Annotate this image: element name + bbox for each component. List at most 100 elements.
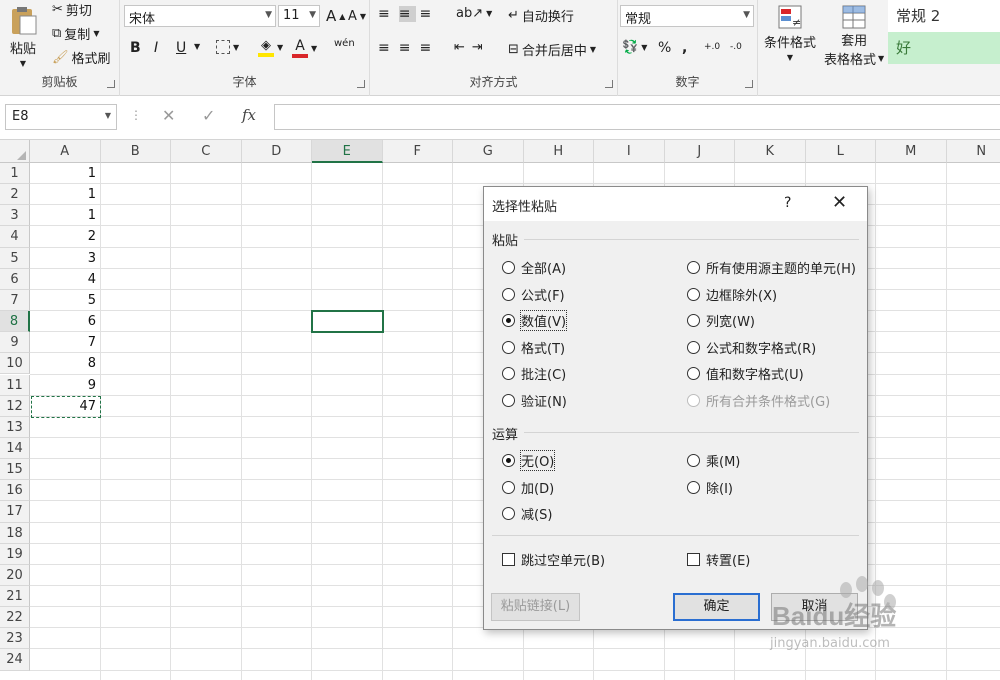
- align-left-icon[interactable]: ≡: [378, 40, 396, 56]
- cut-button[interactable]: ✂ 剪切: [52, 0, 92, 19]
- row-header-23[interactable]: 23: [0, 628, 30, 650]
- row-header-10[interactable]: 10: [0, 353, 30, 375]
- font-size-combo[interactable]: 11 ▼: [278, 5, 320, 27]
- chevron-down-icon[interactable]: ▼: [194, 42, 200, 51]
- row-header-16[interactable]: 16: [0, 480, 30, 502]
- radio-option[interactable]: 公式(F): [502, 285, 565, 304]
- vertical-align-buttons[interactable]: ≡ ≡ ≡: [378, 6, 437, 22]
- shrink-font-button[interactable]: A ▼: [348, 9, 366, 24]
- row-header-17[interactable]: 17: [0, 501, 30, 523]
- cell-a8[interactable]: 6: [31, 311, 99, 332]
- help-button[interactable]: ?: [784, 195, 791, 211]
- radio-option[interactable]: 数值(V): [502, 310, 568, 331]
- column-header-d[interactable]: D: [241, 140, 312, 163]
- column-header-n[interactable]: N: [946, 140, 1000, 163]
- orientation-button[interactable]: ab↗ ▼: [456, 6, 492, 21]
- dialog-launcher-icon[interactable]: [745, 80, 753, 88]
- radio-option[interactable]: 批注(C): [502, 364, 566, 383]
- radio-option[interactable]: 公式和数字格式(R): [687, 338, 816, 357]
- merge-center-button[interactable]: ⊟ 合并后居中 ▼: [508, 40, 596, 59]
- row-header-9[interactable]: 9: [0, 332, 30, 354]
- cell-a9[interactable]: 7: [31, 332, 99, 353]
- phonetic-button[interactable]: wén: [334, 38, 355, 49]
- row-header-1[interactable]: 1: [0, 163, 30, 185]
- column-header-l[interactable]: L: [805, 140, 876, 163]
- row-header-11[interactable]: 11: [0, 374, 30, 396]
- insert-function-button[interactable]: fx: [242, 106, 256, 124]
- row-header-13[interactable]: 13: [0, 416, 30, 438]
- comma-button[interactable]: ,: [682, 40, 687, 56]
- column-header-h[interactable]: H: [523, 140, 594, 163]
- radio-option[interactable]: 所有使用源主题的单元(H): [687, 258, 856, 277]
- horizontal-align-buttons[interactable]: ≡ ≡ ≡: [378, 40, 437, 56]
- radio-option[interactable]: 值和数字格式(U): [687, 364, 804, 383]
- cell-a4[interactable]: 2: [31, 226, 99, 247]
- cell-a2[interactable]: 1: [31, 184, 99, 205]
- decrease-decimal-button[interactable]: -.0: [730, 42, 742, 52]
- copy-button[interactable]: ⧉ 复制 ▼: [52, 24, 99, 43]
- radio-option[interactable]: 减(S): [502, 504, 552, 523]
- row-header-5[interactable]: 5: [0, 247, 30, 269]
- transpose-checkbox[interactable]: 转置(E): [687, 550, 750, 569]
- row-header-4[interactable]: 4: [0, 226, 30, 248]
- increase-decimal-button[interactable]: +.0: [704, 42, 720, 52]
- row-header-2[interactable]: 2: [0, 184, 30, 206]
- row-header-7[interactable]: 7: [0, 289, 30, 312]
- close-icon[interactable]: ✕: [832, 192, 847, 213]
- column-header-k[interactable]: K: [735, 140, 806, 163]
- radio-option[interactable]: 乘(M): [687, 451, 740, 470]
- dialog-launcher-icon[interactable]: [107, 80, 115, 88]
- indent-buttons[interactable]: ⇤ ⇥: [454, 40, 487, 55]
- radio-option[interactable]: 格式(T): [502, 338, 565, 357]
- column-header-b[interactable]: B: [100, 140, 171, 163]
- row-header-15[interactable]: 15: [0, 459, 30, 481]
- fill-color-button[interactable]: ◈ ▼: [258, 38, 283, 57]
- dialog-launcher-icon[interactable]: [357, 80, 365, 88]
- cell-a7[interactable]: 5: [31, 290, 99, 311]
- bold-button[interactable]: B: [130, 40, 141, 56]
- row-header-19[interactable]: 19: [0, 543, 30, 565]
- radio-option[interactable]: 无(O): [502, 450, 556, 471]
- column-header-f[interactable]: F: [382, 140, 453, 163]
- column-header-m[interactable]: M: [876, 140, 947, 163]
- style-normal2[interactable]: 常规 2: [888, 0, 1000, 32]
- align-bottom-icon[interactable]: ≡: [419, 6, 437, 22]
- column-header-j[interactable]: J: [664, 140, 735, 163]
- grow-font-button[interactable]: A ▲: [326, 7, 345, 25]
- format-painter-button[interactable]: 🖌 格式刷: [52, 48, 111, 67]
- number-format-combo[interactable]: 常规 ▼: [620, 5, 754, 27]
- ok-button[interactable]: 确定: [673, 593, 760, 621]
- column-header-c[interactable]: C: [171, 140, 242, 163]
- radio-option[interactable]: 除(I): [687, 478, 733, 497]
- radio-option[interactable]: 验证(N): [502, 391, 567, 410]
- name-box[interactable]: E8 ▼: [5, 104, 117, 130]
- font-name-combo[interactable]: 宋体 ▼: [124, 5, 276, 27]
- cell-a3[interactable]: 1: [31, 205, 99, 226]
- dialog-launcher-icon[interactable]: [605, 80, 613, 88]
- column-header-i[interactable]: I: [594, 140, 665, 163]
- italic-button[interactable]: I: [154, 40, 158, 56]
- cell-a10[interactable]: 8: [31, 353, 99, 374]
- row-header-20[interactable]: 20: [0, 564, 30, 586]
- row-header-14[interactable]: 14: [0, 437, 30, 460]
- radio-option[interactable]: 加(D): [502, 478, 554, 497]
- cell-a1[interactable]: 1: [31, 163, 99, 184]
- align-center-icon[interactable]: ≡: [399, 40, 417, 56]
- cell-a5[interactable]: 3: [31, 248, 99, 269]
- row-header-21[interactable]: 21: [0, 586, 30, 608]
- cell-a6[interactable]: 4: [31, 269, 99, 290]
- increase-indent-icon[interactable]: ⇥: [472, 40, 487, 55]
- active-cell[interactable]: [311, 310, 384, 334]
- row-header-24[interactable]: 24: [0, 649, 30, 671]
- align-top-icon[interactable]: ≡: [378, 6, 396, 22]
- cell-a11[interactable]: 9: [31, 375, 99, 396]
- row-header-8[interactable]: 8: [0, 311, 30, 333]
- radio-option[interactable]: 边框除外(X): [687, 285, 777, 304]
- accounting-button[interactable]: 💱 ▼: [622, 40, 647, 55]
- align-right-icon[interactable]: ≡: [419, 40, 437, 56]
- percent-button[interactable]: %: [658, 40, 671, 56]
- format-as-table-button[interactable]: 套用 表格格式 ▼: [824, 4, 884, 68]
- font-color-button[interactable]: A ▼: [292, 38, 317, 58]
- conditional-format-button[interactable]: ≠ 条件格式 ▼: [764, 4, 816, 62]
- underline-button[interactable]: U: [176, 40, 186, 56]
